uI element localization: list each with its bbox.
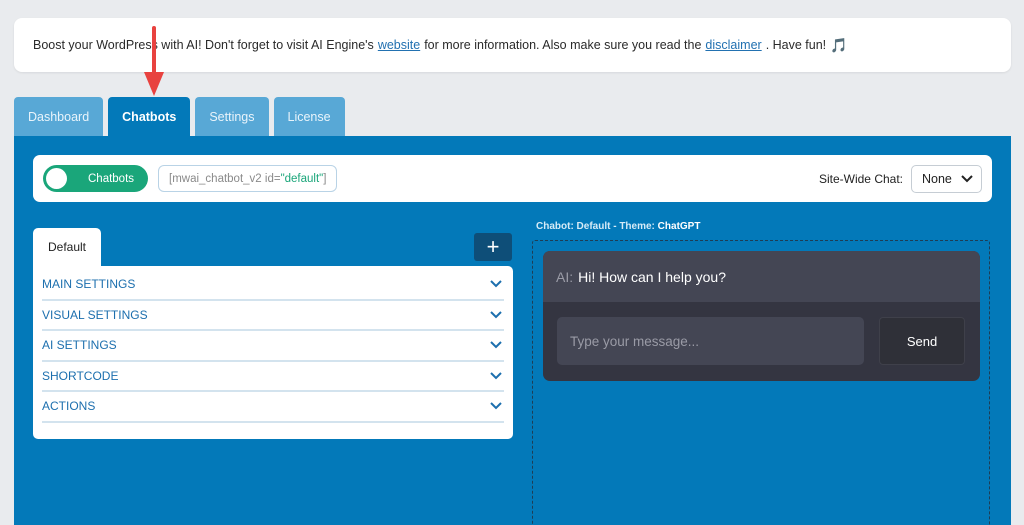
sitewide-select[interactable]: None [911, 164, 982, 193]
chat-preview: AI: Hi! How can I help you? Type your me… [543, 251, 980, 381]
sitewide-value: None [922, 171, 952, 186]
notice-text: Boost your WordPress with AI! Don't forg… [33, 38, 374, 52]
accordion-label: SHORTCODE [42, 368, 119, 383]
toggle-label: Chatbots [88, 172, 135, 185]
chat-input-row: Type your message... Send [543, 302, 980, 380]
shortcode-id: "default" [280, 172, 324, 185]
chevron-down-icon [961, 174, 973, 182]
music-note-icon: 🎵 [830, 36, 848, 53]
accordion-label: AI SETTINGS [42, 338, 117, 353]
chat-message-input[interactable]: Type your message... [557, 317, 864, 365]
send-button[interactable]: Send [879, 317, 965, 365]
preview-title: Chabot: Default - Theme: ChatGPT [536, 221, 700, 232]
accordion-ai-settings[interactable]: AI SETTINGS [42, 331, 504, 362]
annotation-arrow-icon [144, 26, 164, 96]
shortcode-suffix: ] [323, 172, 327, 185]
tab-license[interactable]: License [273, 97, 345, 136]
chatbot-tab-default[interactable]: Default [33, 228, 101, 266]
shortcode-display[interactable]: [mwai_chatbot_v2 id= "default"] [158, 165, 338, 192]
chevron-down-icon [490, 280, 502, 288]
chevron-down-icon [490, 341, 502, 349]
notice-text-middle: for more information. Also make sure you… [424, 38, 702, 52]
sitewide-label: Site-Wide Chat: [818, 171, 903, 186]
chevron-down-icon [490, 402, 502, 410]
preview-title-prefix: Chabot: Default - Theme: [536, 221, 658, 232]
ai-message: AI: Hi! How can I help you? [543, 251, 980, 302]
accordion-label: VISUAL SETTINGS [42, 307, 148, 322]
toggle-knob [46, 168, 67, 189]
accordion-label: ACTIONS [42, 399, 96, 414]
ai-message-text: Hi! How can I help you? [578, 268, 726, 285]
accordion-actions[interactable]: ACTIONS [42, 392, 504, 423]
sitewide-chat: Site-Wide Chat: None [818, 164, 982, 193]
chevron-down-icon [490, 311, 502, 319]
disclaimer-link[interactable]: disclaimer [705, 38, 761, 52]
main-tabs: Dashboard Chatbots Settings License [14, 97, 345, 136]
chatbots-toggle[interactable]: Chatbots [43, 165, 148, 192]
ai-label: AI: [556, 268, 574, 285]
tab-chatbots[interactable]: Chatbots [108, 97, 191, 136]
chevron-down-icon [490, 372, 502, 380]
accordion-shortcode[interactable]: SHORTCODE [42, 362, 504, 392]
accordion-visual-settings[interactable]: VISUAL SETTINGS [42, 301, 504, 331]
chatbots-panel: Chatbots [mwai_chatbot_v2 id= "default"] … [14, 136, 1011, 525]
tab-settings[interactable]: Settings [195, 97, 269, 136]
shortcode-prefix: [mwai_chatbot_v2 id= [169, 172, 281, 185]
accordion-main-settings[interactable]: MAIN SETTINGS [42, 270, 504, 301]
website-link[interactable]: website [378, 38, 420, 52]
notice-text-end: . Have fun! [765, 38, 827, 52]
chatbot-toolbar: Chatbots [mwai_chatbot_v2 id= "default"] … [33, 155, 992, 202]
preview-theme-name: ChatGPT [657, 221, 701, 232]
chatbot-settings: MAIN SETTINGS VISUAL SETTINGS AI SETTING… [33, 266, 513, 439]
accordion-label: MAIN SETTINGS [42, 277, 136, 292]
tab-dashboard[interactable]: Dashboard [14, 97, 104, 136]
add-chatbot-button[interactable]: + [474, 233, 512, 261]
